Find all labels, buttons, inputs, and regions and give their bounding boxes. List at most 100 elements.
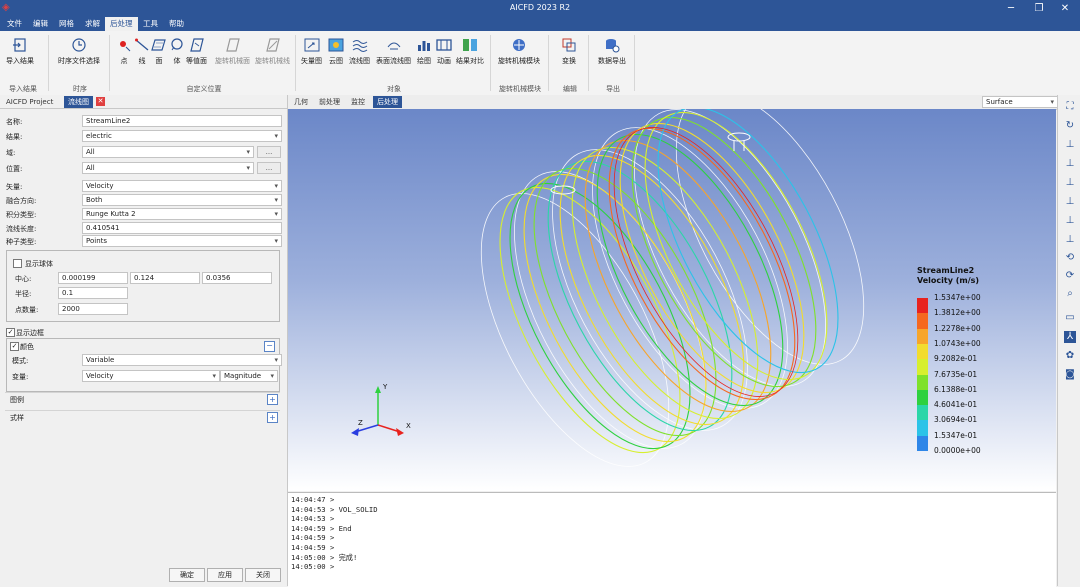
show-sphere-checkbox[interactable] xyxy=(13,259,22,268)
position-browse-button[interactable]: ... xyxy=(257,162,281,174)
rotate-90-icon[interactable]: ⟳ xyxy=(1064,270,1076,282)
axis-neg-zx-icon[interactable]: ⊥ xyxy=(1064,234,1076,246)
time-file-button[interactable]: 时序文件选择 xyxy=(58,37,100,66)
axis-triad xyxy=(351,386,404,436)
menu-solve[interactable]: 求解 xyxy=(80,17,105,31)
ok-button[interactable]: 确定 xyxy=(169,568,205,582)
rot-mach-module-button[interactable]: 旋转机械模块 xyxy=(498,37,540,66)
color-checkbox[interactable]: ✓ xyxy=(10,342,19,351)
tab-monitor[interactable]: 监控 xyxy=(347,96,369,108)
rot-mach-line-button[interactable]: 旋转机械线 xyxy=(255,37,290,66)
transform-button[interactable]: 变换 xyxy=(561,37,577,66)
domain-select[interactable]: All xyxy=(82,146,254,158)
view-toolbar: ⛶ ↻ ⊥ ⊥ ⊥ ⊥ ⊥ ⊥ ⟲ ⟳ ⌕ ▭ ⅄ ✿ ◙ xyxy=(1057,95,1080,586)
legend-tick-label: 0.0000e+00 xyxy=(934,446,981,455)
console-line: 14:05:00 > 完成! xyxy=(291,552,358,562)
plot-button[interactable]: 绘图 xyxy=(416,37,432,66)
legend-section[interactable]: 图例 + xyxy=(5,392,280,405)
group-label-rot-mach: 旋转机械模块 xyxy=(499,85,541,93)
center-y-input[interactable]: 0.124 xyxy=(130,272,200,284)
rot-mach-surface-button[interactable]: 旋转机械面 xyxy=(215,37,250,66)
menu-postprocess[interactable]: 后处理 xyxy=(105,17,138,31)
tab-postprocess[interactable]: 后处理 xyxy=(373,96,402,108)
import-result-button[interactable]: 导入结果 xyxy=(6,37,34,66)
axis-neg-yz-icon[interactable]: ⊥ xyxy=(1064,215,1076,227)
center-z-input[interactable]: 0.0356 xyxy=(202,272,272,284)
center-x-input[interactable]: 0.000199 xyxy=(58,272,128,284)
zoom-icon[interactable]: ⌕ xyxy=(1064,288,1076,300)
menu-file[interactable]: 文件 xyxy=(2,17,27,31)
minimize-icon[interactable]: ─ xyxy=(996,0,1026,17)
ribbon-toolbar: 导入结果 导入结果 时序文件选择 时序 点 线 面 体 等值面 旋转机械面 旋转… xyxy=(0,31,1080,96)
property-panel: AICFD Project 流线图 ✕ 名称: StreamLine2 结果: … xyxy=(0,95,288,586)
volume-button[interactable]: 体 xyxy=(169,37,185,66)
menu-edit[interactable]: 编辑 xyxy=(28,17,53,31)
point-count-label: 点数量: xyxy=(15,306,39,314)
color-collapse-icon[interactable]: − xyxy=(264,341,275,352)
position-select[interactable]: All xyxy=(82,162,254,174)
radius-input[interactable]: 0.1 xyxy=(58,287,128,299)
axis-yz-icon[interactable]: ⊥ xyxy=(1064,158,1076,170)
legend-colorbar xyxy=(917,298,928,452)
streamline-button[interactable]: 流线图 xyxy=(349,37,370,66)
data-export-button[interactable]: 数据导出 xyxy=(598,37,626,66)
domain-browse-button[interactable]: ... xyxy=(257,146,281,158)
axis-zx-icon[interactable]: ⊥ xyxy=(1064,177,1076,189)
ruler-icon[interactable]: ▭ xyxy=(1064,312,1076,324)
axis-neg-xy-icon[interactable]: ⊥ xyxy=(1064,196,1076,208)
rotate-icon[interactable]: ↻ xyxy=(1064,120,1076,132)
close-tab-icon[interactable]: ✕ xyxy=(96,97,105,106)
direction-select[interactable]: Both xyxy=(82,194,282,206)
animation-button[interactable]: 动画 xyxy=(436,37,452,66)
window-title: AICFD 2023 R2 xyxy=(509,3,571,12)
seed-select[interactable]: Points xyxy=(82,235,282,247)
tab-aicfd-project[interactable]: AICFD Project xyxy=(2,96,57,108)
fit-view-icon[interactable]: ⛶ xyxy=(1064,101,1076,113)
expand-style-icon[interactable]: + xyxy=(267,412,278,423)
expand-legend-icon[interactable]: + xyxy=(267,394,278,405)
camera-icon[interactable]: ◙ xyxy=(1064,369,1076,381)
menu-mesh[interactable]: 网格 xyxy=(54,17,79,31)
legend-color-segment xyxy=(917,359,928,375)
group-label-export: 导出 xyxy=(606,85,620,93)
axes-icon[interactable]: ⅄ xyxy=(1064,331,1076,343)
style-section[interactable]: 式样 + xyxy=(5,410,280,423)
vector-plot-button[interactable]: 矢量图 xyxy=(301,37,322,66)
surface-streamline-button[interactable]: 表面流线图 xyxy=(376,37,411,66)
plane-button[interactable]: 面 xyxy=(151,37,167,66)
menu-tools[interactable]: 工具 xyxy=(138,17,163,31)
variable-select[interactable]: Velocity xyxy=(82,370,220,382)
result-select[interactable]: electric xyxy=(82,130,282,142)
mode-select[interactable]: Variable xyxy=(82,354,282,366)
integration-label: 积分类型: xyxy=(6,211,37,219)
legend-color-segment xyxy=(917,298,928,314)
surface-streamline-icon xyxy=(387,42,400,50)
component-select[interactable]: Magnitude xyxy=(220,370,278,382)
length-label: 流线长度: xyxy=(6,225,37,233)
name-input[interactable]: StreamLine2 xyxy=(82,115,282,127)
tab-preprocess[interactable]: 前处理 xyxy=(315,96,344,108)
view-tabs: 几何 前处理 监控 后处理 Surface xyxy=(288,95,1080,110)
integration-select[interactable]: Runge Kutta 2 xyxy=(82,208,282,220)
line-button[interactable]: 线 xyxy=(134,37,150,66)
rotate-45-icon[interactable]: ⟲ xyxy=(1064,252,1076,264)
contour-button[interactable]: 云图 xyxy=(328,37,344,66)
axis-xy-icon[interactable]: ⊥ xyxy=(1064,139,1076,151)
palette-icon[interactable]: ✿ xyxy=(1064,350,1076,362)
view-mode-select[interactable]: Surface xyxy=(982,96,1058,108)
close-icon[interactable]: ✕ xyxy=(1050,0,1080,17)
menu-help[interactable]: 帮助 xyxy=(164,17,189,31)
vector-select[interactable]: Velocity xyxy=(82,180,282,192)
apply-button[interactable]: 应用 xyxy=(207,568,243,582)
legend-color-segment xyxy=(917,374,928,391)
point-count-input[interactable]: 2000 xyxy=(58,303,128,315)
tab-geometry[interactable]: 几何 xyxy=(290,96,312,108)
group-label-edit: 编辑 xyxy=(563,85,577,93)
length-input[interactable]: 0.410541 xyxy=(82,222,282,234)
close-button[interactable]: 关闭 xyxy=(245,568,281,582)
isosurface-button[interactable]: 等值面 xyxy=(186,37,207,66)
tab-streamline[interactable]: 流线图 xyxy=(64,96,93,108)
show-border-checkbox[interactable]: ✓ xyxy=(6,328,15,337)
compare-button[interactable]: 结果对比 xyxy=(456,37,484,66)
point-button[interactable]: 点 xyxy=(116,37,132,66)
